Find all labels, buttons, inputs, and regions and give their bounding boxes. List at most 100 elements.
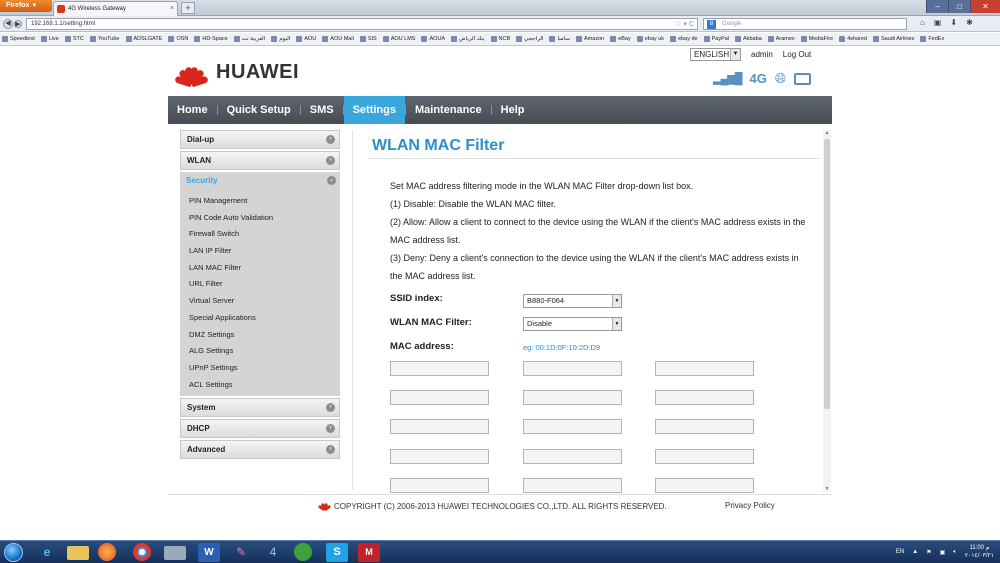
sidebar-item-lan-ip-filter[interactable]: LAN IP Filter [180, 243, 340, 260]
sidebar-section-advanced[interactable]: Advanced › [180, 440, 340, 460]
file-explorer-icon[interactable] [67, 546, 89, 560]
chrome-icon[interactable] [133, 543, 151, 561]
addon-icon[interactable]: ✱ [966, 18, 973, 27]
mac-address-input[interactable] [523, 361, 622, 376]
word-icon[interactable]: W [198, 543, 220, 562]
browser-tab[interactable]: 4G Wireless Gateway × [53, 1, 178, 16]
internet-explorer-icon[interactable]: e [36, 543, 58, 562]
bookmark-star-icon[interactable]: ☆ ▾ C [675, 19, 694, 30]
scroll-up-icon[interactable]: ▲ [823, 130, 831, 136]
wlan-mac-filter-select[interactable]: Disable ▼ [523, 317, 622, 331]
bookmark-item[interactable]: AOU Mail [322, 36, 354, 42]
firefox-icon[interactable] [98, 543, 116, 561]
mac-address-input[interactable] [390, 419, 489, 434]
mac-address-input[interactable] [655, 449, 754, 464]
mac-address-input[interactable] [523, 419, 622, 434]
logout-link[interactable]: Log Out [783, 50, 811, 59]
sidebar-item-pin-code-auto-validation[interactable]: PIN Code Auto Validation [180, 210, 340, 227]
network-icon[interactable]: ▣ [940, 549, 946, 556]
menu-item-maintenance[interactable]: Maintenance [406, 96, 491, 124]
language-select[interactable]: ENGLISH ▼ [690, 48, 741, 61]
close-tab-icon[interactable]: × [170, 2, 174, 16]
sidebar-item-virtual-server[interactable]: Virtual Server [180, 293, 340, 310]
bookmark-item[interactable]: FedEx [920, 36, 944, 42]
mac-address-input[interactable] [390, 390, 489, 405]
mac-address-input[interactable] [523, 449, 622, 464]
bookmark-item[interactable]: NCB [490, 36, 510, 42]
sidebar-item-special-applications[interactable]: Special Applications [180, 310, 340, 327]
sidebar-section-dhcp[interactable]: DHCP › [180, 419, 340, 439]
menu-item-home[interactable]: Home [168, 96, 217, 124]
bookmark-item[interactable]: Live [40, 36, 59, 42]
sidebar-item-dmz-settings[interactable]: DMZ Settings [180, 327, 340, 344]
sidebar-section-security[interactable]: Security ⌄ [180, 172, 340, 191]
content-scrollbar[interactable]: ▲ ▼ [823, 130, 831, 492]
home-icon[interactable]: ⌂ [920, 18, 925, 27]
menu-item-sms[interactable]: SMS [301, 96, 343, 124]
mac-address-input[interactable] [523, 390, 622, 405]
privacy-policy-link[interactable]: Privacy Policy [725, 501, 775, 510]
bookmark-item[interactable]: MediaFire [800, 36, 833, 42]
bookmark-item[interactable]: سامبا [549, 36, 570, 42]
sidebar-item-upnp-settings[interactable]: UPnP Settings [180, 360, 340, 377]
clock[interactable]: 11:00 م ٢٠١٤/٠٣/٢١ [965, 544, 994, 560]
mac-address-input[interactable] [655, 478, 754, 493]
language-indicator[interactable]: EN [896, 549, 904, 555]
search-input[interactable]: 8 Google [703, 18, 907, 30]
sidebar-item-acl-settings[interactable]: ACL Settings [180, 377, 340, 394]
sidebar-item-url-filter[interactable]: URL Filter [180, 276, 340, 293]
bookmark-item[interactable]: AOU [296, 36, 316, 42]
maximize-button[interactable]: □ [948, 0, 970, 13]
sidebar-section-wlan[interactable]: WLAN › [180, 151, 340, 170]
menu-item-help[interactable]: Help [492, 96, 534, 124]
download-icon[interactable]: ⬇ [950, 18, 957, 27]
menu-item-quick-setup[interactable]: Quick Setup [218, 96, 300, 124]
flag-icon[interactable]: ⚑ [926, 549, 931, 556]
bookmark-item[interactable]: PayPal [703, 36, 729, 42]
bookmark-item[interactable]: SIS [359, 36, 377, 42]
sidebar-section-system[interactable]: System › [180, 398, 340, 418]
sidebar-item-pin-management[interactable]: PIN Management [180, 193, 340, 210]
bookmark-item[interactable]: الراجحي [516, 36, 543, 42]
mac-address-input[interactable] [523, 478, 622, 493]
scroll-down-icon[interactable]: ▼ [823, 486, 831, 492]
start-button[interactable] [4, 543, 23, 562]
bookmark-item[interactable]: ADSLGATE [125, 36, 162, 42]
sidebar-section-dial-up[interactable]: Dial-up › [180, 130, 340, 149]
bookmark-item[interactable]: Akbaba [735, 36, 762, 42]
mac-address-input[interactable] [390, 449, 489, 464]
sidebar-item-lan-mac-filter[interactable]: LAN MAC Filter [180, 260, 340, 277]
mac-address-input[interactable] [655, 361, 754, 376]
bookmark-item[interactable]: HD-Space [194, 36, 228, 42]
mac-address-input[interactable] [655, 419, 754, 434]
mac-address-input[interactable] [390, 361, 489, 376]
bookmark-item[interactable]: OSN [168, 36, 188, 42]
bookmark-item[interactable]: اليوم [271, 36, 290, 42]
utorrent-icon[interactable] [294, 543, 312, 561]
back-button[interactable]: ◀ [3, 19, 13, 29]
bookmark-item[interactable]: ebay de [670, 36, 698, 42]
app-4-icon[interactable]: 4 [262, 543, 284, 562]
bookmark-item[interactable]: Aramex [767, 36, 795, 42]
bookmarks-icon[interactable]: ▣ [934, 18, 942, 27]
skype-icon[interactable]: S [326, 543, 348, 562]
bookmark-item[interactable]: 4shared [839, 36, 867, 42]
bookmark-item[interactable]: STC [64, 36, 84, 42]
bookmark-item[interactable]: Amazon [576, 36, 604, 42]
mac-address-input[interactable] [390, 478, 489, 493]
new-tab-button[interactable]: + [181, 2, 195, 14]
ssid-index-select[interactable]: B880-F064 ▼ [523, 294, 622, 308]
bookmark-item[interactable]: Saudi Airlines [872, 36, 914, 42]
bookmark-item[interactable]: ebay uk [636, 36, 664, 42]
scroll-thumb[interactable] [824, 139, 830, 409]
minimize-button[interactable]: – [926, 0, 948, 13]
bookmark-item[interactable]: eBay [610, 36, 631, 42]
bookmark-item[interactable]: Speedtest [2, 36, 35, 42]
bookmark-item[interactable]: AOUA [421, 36, 445, 42]
bookmark-item[interactable]: YouTube [89, 36, 120, 42]
volume-icon[interactable]: 🔈︎ [953, 549, 957, 556]
bookmark-item[interactable]: العربية نت [233, 36, 265, 42]
address-bar[interactable]: 192.168.1.1/setting.html ☆ ▾ C [26, 18, 698, 30]
sidebar-item-alg-settings[interactable]: ALG Settings [180, 343, 340, 360]
media-player-icon[interactable] [164, 546, 186, 560]
